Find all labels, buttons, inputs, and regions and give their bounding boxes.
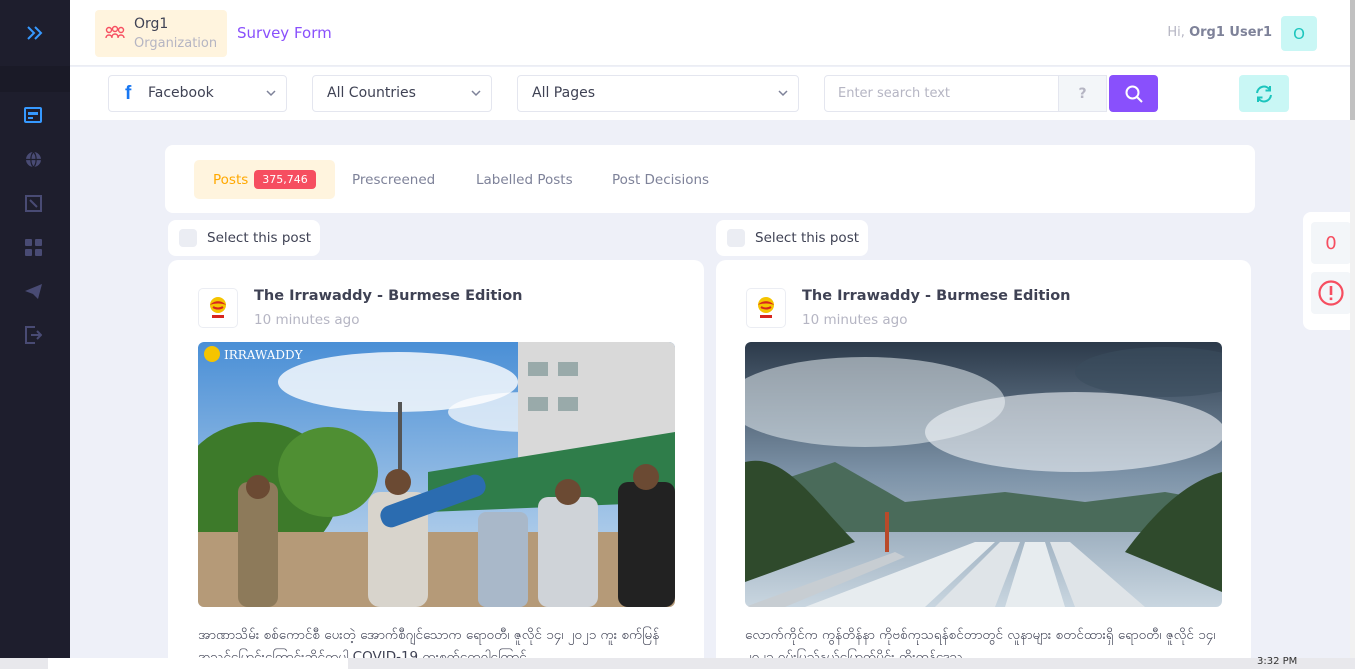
photo-watermark: IRRAWADDY [224,348,304,362]
search-help-button[interactable]: ? [1058,76,1106,111]
globe-icon [25,151,41,167]
notification-count[interactable]: 0 [1311,222,1351,264]
page-select[interactable]: All Pages [517,75,799,112]
tab-prescreened[interactable]: Prescreened [352,160,435,199]
checkbox[interactable] [179,229,197,247]
sidebar-item-grid[interactable] [23,237,43,257]
checkbox[interactable] [727,229,745,247]
sidebar [0,0,70,669]
posts-count-badge: 375,746 [254,170,316,189]
header: Org1 Organization Survey Form Hi, Org1 U… [70,0,1350,66]
sidebar-item-frame[interactable] [23,193,43,213]
sidebar-item-dashboard[interactable] [23,105,43,125]
select-post-label: Select this post [755,230,860,246]
double-chevron-right-icon [27,26,43,40]
tab-posts[interactable]: Posts 375,746 [194,160,335,199]
country-select-value: All Countries [327,85,416,101]
country-select[interactable]: All Countries [312,75,492,112]
grid-icon [24,238,42,256]
irrawaddy-logo-icon [758,297,774,318]
search-input[interactable] [825,76,1059,111]
chevron-down-icon [778,90,788,97]
logout-icon [24,326,42,344]
greeting-text: Hi, [1167,25,1185,40]
select-post-checkbox[interactable]: Select this post [716,220,868,256]
refresh-icon [1256,85,1272,102]
org-name: Org1 [134,16,169,32]
tab-labelled-posts[interactable]: Labelled Posts [476,160,573,199]
post-image[interactable] [745,342,1222,607]
alert-icon [1318,280,1344,306]
post-photo: IRRAWADDY [198,342,675,607]
sidebar-item-logout[interactable] [23,325,43,345]
floating-panel: 0 [1303,212,1355,330]
sidebar-toggle-button[interactable] [0,0,70,66]
post-card[interactable]: The Irrawaddy - Burmese Edition 10 minut… [168,260,704,669]
scrollbar-thumb[interactable] [1350,0,1355,120]
chevron-down-icon [266,90,276,97]
search-field: ? [824,75,1107,112]
org-selector[interactable]: Org1 Organization [95,10,227,57]
platform-select-value: Facebook [148,85,214,101]
search-button[interactable] [1109,75,1158,112]
user-name: Org1 User1 [1189,25,1272,40]
post-card[interactable]: The Irrawaddy - Burmese Edition 10 minut… [716,260,1251,669]
user-greeting[interactable]: Hi, Org1 User1 [1167,25,1272,40]
org-subtitle: Organization [134,36,218,51]
frame-icon [24,194,42,212]
taskbar-search-box[interactable] [48,658,348,669]
page-logo [746,288,786,328]
sidebar-item-send[interactable] [23,281,43,301]
tab-post-decisions-label: Post Decisions [612,171,710,188]
search-icon [1125,85,1143,103]
send-icon [24,283,42,299]
dashboard-icon [24,107,42,123]
select-post-checkbox[interactable]: Select this post [168,220,320,256]
tab-posts-label: Posts [213,171,249,188]
irrawaddy-logo-icon [210,297,226,318]
tab-post-decisions[interactable]: Post Decisions [612,160,709,199]
users-icon [105,25,125,39]
taskbar-clock: 3:32 PM [1257,656,1298,667]
chevron-down-icon [471,90,481,97]
sidebar-divider [0,66,70,92]
post-timestamp: 10 minutes ago [802,312,908,328]
question-icon: ? [1078,85,1087,102]
post-image[interactable]: IRRAWADDY [198,342,675,607]
tab-labelled-posts-label: Labelled Posts [476,171,573,188]
filter-bar: f Facebook All Countries All Pages ? [70,67,1350,120]
select-post-label: Select this post [207,230,312,246]
post-photo [745,342,1222,607]
page-scrollbar[interactable] [1350,0,1355,669]
post-author[interactable]: The Irrawaddy - Burmese Edition [254,288,523,304]
page-logo [198,288,238,328]
post-timestamp: 10 minutes ago [254,312,360,328]
page-select-value: All Pages [532,85,595,101]
survey-form-link[interactable]: Survey Form [237,24,332,42]
facebook-icon: f [125,83,132,104]
alert-button[interactable] [1311,272,1351,314]
sidebar-item-globe[interactable] [23,149,43,169]
post-tabs: Posts 375,746 Prescreened Labelled Posts… [165,145,1255,213]
refresh-button[interactable] [1239,75,1289,112]
tab-prescreened-label: Prescreened [352,171,436,188]
avatar[interactable]: O [1281,16,1317,51]
os-taskbar: 3:32 PM [0,656,1355,669]
post-author[interactable]: The Irrawaddy - Burmese Edition [802,288,1071,304]
platform-select[interactable]: f Facebook [108,75,287,112]
